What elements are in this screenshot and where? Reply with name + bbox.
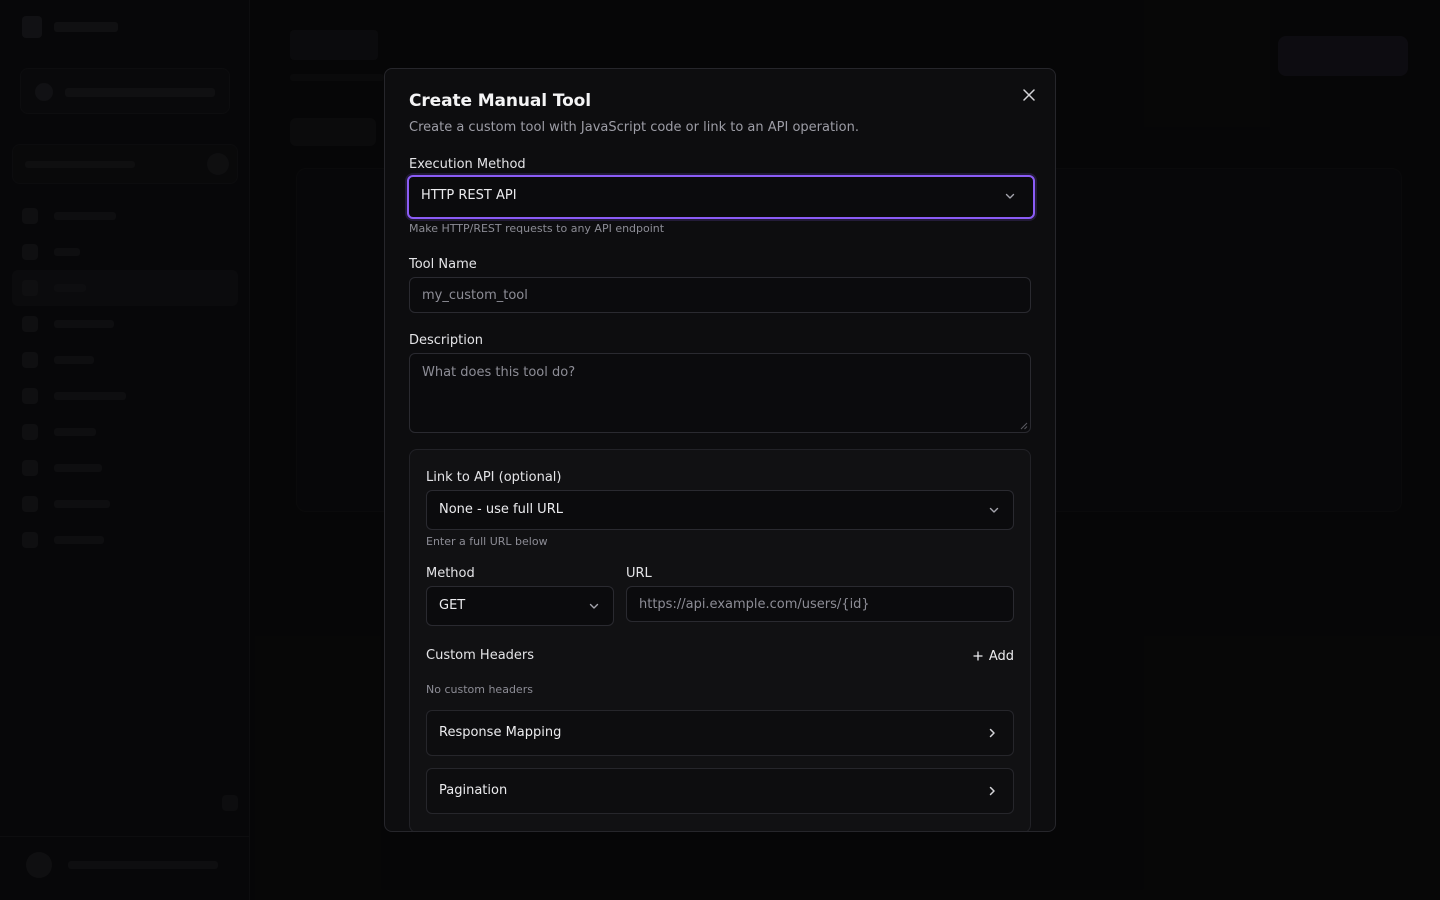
create-tool-dialog: Create Manual Tool Create a custom tool … [384,68,1056,832]
execution-method-label: Execution Method [409,157,526,172]
chevron-down-icon [589,603,599,609]
tool-name-label: Tool Name [409,257,477,272]
execution-method-value: HTTP REST API [421,188,517,203]
description-textarea[interactable]: What does this tool do? [409,353,1031,433]
chevron-down-icon [989,507,999,513]
url-input[interactable]: https://api.example.com/users/{id} [626,586,1014,622]
url-placeholder: https://api.example.com/users/{id} [639,597,870,612]
close-button[interactable] [1019,85,1039,105]
tool-name-input[interactable]: my_custom_tool [409,277,1031,313]
dialog-title: Create Manual Tool [409,91,591,111]
chevron-right-icon [989,728,995,738]
add-header-label: Add [988,648,1014,664]
execution-method-help: Make HTTP/REST requests to any API endpo… [409,222,665,235]
pagination-toggle[interactable]: Pagination [426,768,1014,814]
plus-icon [973,651,983,661]
resize-handle-icon[interactable] [1020,422,1028,430]
link-api-help: Enter a full URL below [426,535,548,548]
link-api-select[interactable]: None - use full URL [426,490,1014,530]
add-header-button[interactable]: Add [973,646,1014,666]
response-mapping-label: Response Mapping [439,725,562,740]
tool-name-placeholder: my_custom_tool [422,288,528,303]
execution-method-select[interactable]: HTTP REST API [407,175,1035,219]
method-select[interactable]: GET [426,586,614,626]
custom-headers-title: Custom Headers [426,648,535,663]
pagination-label: Pagination [439,783,508,798]
method-label: Method [426,566,475,581]
link-api-label: Link to API (optional) [426,470,562,485]
api-config-panel: Link to API (optional) None - use full U… [409,449,1031,831]
method-value: GET [439,598,466,613]
description-label: Description [409,333,484,348]
no-headers-text: No custom headers [426,683,533,696]
chevron-right-icon [989,786,995,796]
close-icon [1023,89,1035,101]
url-label: URL [626,566,652,581]
dialog-description: Create a custom tool with JavaScript cod… [409,120,859,135]
description-placeholder: What does this tool do? [422,365,576,380]
link-api-value: None - use full URL [439,502,563,517]
response-mapping-toggle[interactable]: Response Mapping [426,710,1014,756]
chevron-down-icon [1005,193,1015,199]
